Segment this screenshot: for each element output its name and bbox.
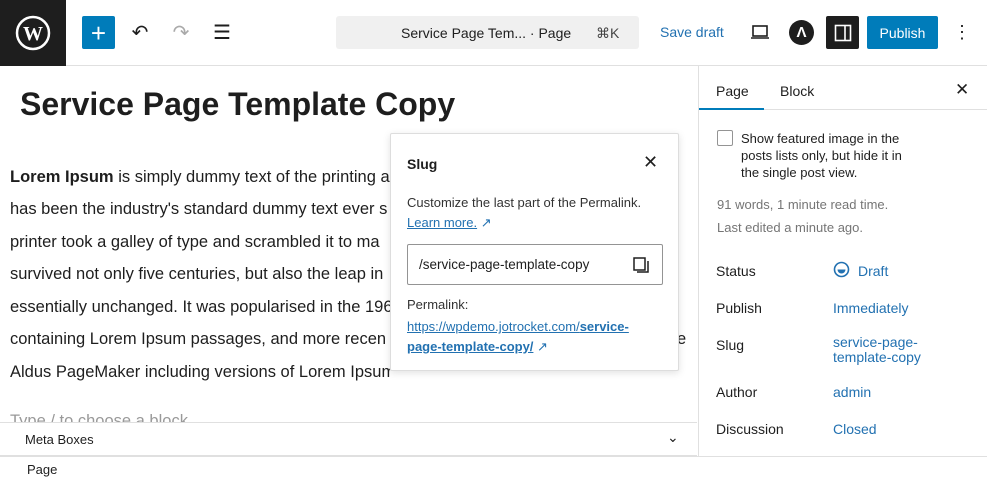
publish-button[interactable]: Publish: [867, 16, 938, 49]
draft-status-icon: [833, 261, 850, 278]
slug-popover: Slug ✕ Customize the last part of the Pe…: [390, 133, 679, 371]
undo-icon[interactable]: ↶: [128, 20, 152, 44]
block-placeholder[interactable]: Type / to choose a block: [10, 412, 188, 422]
featured-image-checkbox[interactable]: [717, 130, 733, 146]
last-edited: Last edited a minute ago.: [717, 220, 863, 235]
tab-page[interactable]: Page: [716, 83, 749, 99]
checkbox-label: Show featured image in the posts lists on…: [741, 131, 902, 180]
options-menu-icon[interactable]: ⋮: [952, 20, 972, 44]
paragraph-line[interactable]: Aldus PageMaker including versions of Lo…: [10, 363, 390, 382]
permalink-label: Permalink:: [407, 297, 469, 312]
wordpress-icon: W: [15, 15, 51, 51]
redo-icon[interactable]: ↷: [169, 20, 193, 44]
command-palette[interactable]: Service Page Tem... · Page ⌘K: [336, 16, 639, 49]
line-text: is simply dummy text of the printing a: [113, 168, 390, 186]
paragraph-line[interactable]: survived not only five centuries, but al…: [10, 265, 390, 284]
sidebar-icon: [834, 24, 851, 41]
paragraph-line-tail: e: [677, 330, 687, 348]
document-title: Service Page Tem... · Page: [401, 25, 572, 41]
popover-description: Customize the last part of the Permalink…: [407, 195, 642, 210]
paragraph-line[interactable]: containing Lorem Ipsum passages, and mor…: [10, 330, 390, 349]
paragraph-line[interactable]: has been the industry's standard dummy t…: [10, 200, 390, 219]
shortcut-hint: ⌘K: [596, 25, 620, 41]
slug-input[interactable]: /service-page-template-copy: [407, 244, 663, 285]
permalink-slug[interactable]: page-template-copy/: [407, 339, 533, 354]
publish-label: Publish: [716, 300, 762, 316]
author-value[interactable]: admin: [833, 384, 871, 400]
wordpress-logo[interactable]: W: [0, 0, 66, 66]
add-block-button[interactable]: +: [82, 16, 115, 49]
permalink-link[interactable]: https://wpdemo.jotrocket.com/service- pa…: [407, 317, 629, 357]
chevron-down-icon[interactable]: ⌄: [667, 429, 679, 446]
paragraph-line[interactable]: essentially unchanged. It was popularise…: [10, 298, 390, 317]
slug-label: Slug: [716, 337, 745, 353]
discussion-label: Discussion: [716, 421, 784, 437]
permalink-slug[interactable]: service-: [580, 319, 629, 334]
astra-icon[interactable]: Λ: [789, 20, 814, 45]
slug-value-link[interactable]: service-page-template-copy: [833, 335, 921, 365]
external-link-icon: ↗: [477, 215, 492, 230]
external-link-icon: ↗: [533, 339, 548, 354]
svg-text:W: W: [23, 23, 43, 45]
slug-value: /service-page-template-copy: [419, 257, 590, 272]
publish-value[interactable]: Immediately: [833, 300, 908, 316]
footer-breadcrumb: Page: [0, 456, 987, 481]
document-overview-icon[interactable]: ☰: [210, 20, 234, 44]
status-label: Status: [716, 263, 756, 279]
paragraph-line[interactable]: printer took a galley of type and scramb…: [10, 233, 390, 252]
close-sidebar-icon[interactable]: ✕: [955, 80, 969, 100]
copy-icon[interactable]: [632, 256, 650, 274]
save-draft-button[interactable]: Save draft: [660, 24, 724, 40]
preview-desktop-icon[interactable]: [748, 20, 772, 44]
settings-sidebar-toggle[interactable]: [826, 16, 859, 49]
bold-text: Lorem Ipsum: [10, 168, 114, 186]
paragraph-line[interactable]: Lorem Ipsum is simply dummy text of the …: [10, 168, 390, 187]
author-label: Author: [716, 384, 758, 400]
active-tab-indicator: [699, 108, 764, 110]
status-value[interactable]: Draft: [858, 263, 888, 279]
meta-boxes-label: Meta Boxes: [25, 432, 94, 447]
breadcrumb-page[interactable]: Page: [27, 462, 57, 477]
word-count: 91 words, 1 minute read time.: [717, 197, 889, 212]
page-title[interactable]: Service Page Template Copy: [20, 86, 455, 123]
learn-more-link[interactable]: Learn more.: [407, 215, 477, 230]
meta-boxes-panel[interactable]: Meta Boxes ⌄: [0, 422, 697, 456]
popover-title: Slug: [407, 156, 438, 172]
discussion-value[interactable]: Closed: [833, 421, 877, 437]
close-icon[interactable]: ✕: [643, 152, 658, 173]
tab-block[interactable]: Block: [780, 83, 814, 99]
permalink-base[interactable]: https://wpdemo.jotrocket.com/: [407, 319, 580, 334]
